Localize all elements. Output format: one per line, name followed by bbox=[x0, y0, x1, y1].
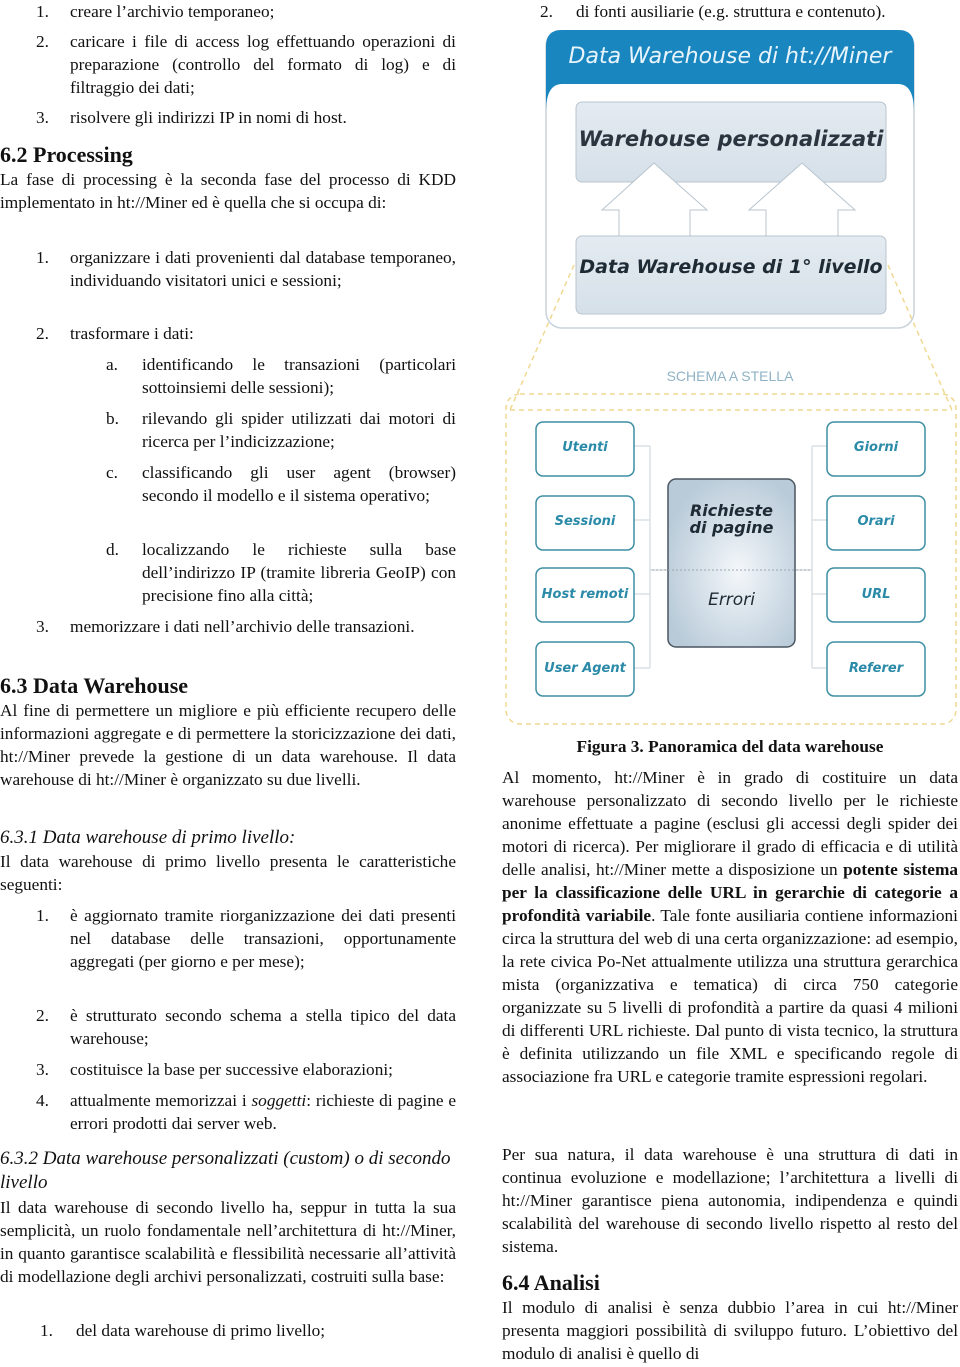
figure-caption: Figura 3. Panoramica del data warehouse bbox=[576, 737, 884, 756]
dimension-orari: Orari bbox=[857, 514, 895, 529]
list-item: 1. del data warehouse di primo livello; bbox=[40, 1321, 326, 1340]
list-item: 1. organizzare i dati provenienti dal dat… bbox=[36, 248, 456, 290]
continued-list-item-2: 2. di fonti ausiliarie (e.g. struttura e … bbox=[502, 0, 958, 23]
section-heading-6-4: 6.4 Analisi bbox=[502, 1270, 600, 1295]
warehouse-list-item-1: 1. è aggiornato tramite riorganizzazione … bbox=[0, 904, 456, 973]
right-paragraph-1: Al momento, ht://Miner è in grado di cos… bbox=[502, 768, 959, 1086]
list-item: 2. trasformare i dati: bbox=[36, 324, 194, 343]
section-6-3-1-paragraph: Il data warehouse di primo livello prese… bbox=[0, 852, 456, 894]
sublist-item-b: b. rilevando gli spider utilizzati dai mo… bbox=[0, 407, 456, 453]
bottom-box-label: Data Warehouse di 1° livello bbox=[579, 256, 883, 278]
processing-list-item-2: 2. trasformare i dati: bbox=[0, 322, 456, 345]
list-item: c. classificando gli user agent (browser)… bbox=[106, 463, 456, 505]
list-item: 2. è strutturato secondo schema a stella … bbox=[36, 1006, 456, 1048]
top-box-label: Warehouse personalizzati bbox=[578, 127, 884, 151]
dimension-utenti: Utenti bbox=[562, 440, 608, 455]
list-item: 2. di fonti ausiliarie (e.g. struttura e … bbox=[540, 2, 886, 21]
dimension-sessioni: Sessioni bbox=[554, 514, 616, 529]
list-item: 1. è aggiornato tramite riorganizzazione … bbox=[36, 906, 456, 971]
figure-title: Data Warehouse di ht://Miner bbox=[568, 44, 892, 69]
list-item: b. rilevando gli spider utilizzati dai mo… bbox=[106, 409, 456, 451]
fact-label-richieste: Richieste di pagine bbox=[689, 501, 774, 537]
warehouse-list-item-2: 2. è strutturato secondo schema a stella … bbox=[0, 1004, 456, 1050]
dimension-user-agent: User Agent bbox=[544, 661, 626, 676]
processing-list-item-1: 1. organizzare i dati provenienti dal dat… bbox=[0, 246, 456, 292]
list-item: a. identificando le transazioni (particol… bbox=[106, 355, 456, 397]
warehouse-list-item-3: 3. costituisce la base per successive ela… bbox=[0, 1058, 456, 1081]
dimension-giorni: Giorni bbox=[853, 440, 899, 455]
sublist-item-a: a. identificando le transazioni (particol… bbox=[0, 353, 456, 399]
dimension-host-remoti: Host remoti bbox=[541, 587, 629, 602]
section-6-2-paragraph: La fase di processing è la seconda fase … bbox=[0, 170, 456, 212]
dimension-url: URL bbox=[861, 587, 891, 602]
dimension-referer: Referer bbox=[848, 661, 904, 676]
list-item: 1. creare l’archivio temporaneo; bbox=[36, 2, 275, 21]
custom-list-item-1: 1. del data warehouse di primo livello; bbox=[0, 1319, 456, 1342]
schema-label: SCHEMA A STELLA bbox=[666, 368, 794, 384]
intro-list: 1. creare l’archivio temporaneo; bbox=[0, 0, 456, 23]
section-6-3-2-paragraph: Il data warehouse di secondo livello ha,… bbox=[0, 1198, 456, 1286]
section-heading-6-3: 6.3 Data Warehouse bbox=[0, 673, 189, 698]
list-item: 3. memorizzare i dati nell’archivio delle… bbox=[36, 617, 415, 636]
sublist-item-d: d. localizzando le richieste sulla base d… bbox=[0, 538, 456, 607]
list-item: d. localizzando le richieste sulla base d… bbox=[106, 540, 456, 605]
processing-list-item-3: 3. memorizzare i dati nell’archivio delle… bbox=[0, 615, 456, 638]
section-heading-6-2: 6.2 Processing bbox=[0, 142, 133, 167]
list-item: 3. risolvere gli indirizzi IP in nomi di … bbox=[36, 108, 347, 127]
italic-term: soggetti bbox=[251, 1091, 307, 1110]
intro-list-item-3: 3. risolvere gli indirizzi IP in nomi di … bbox=[0, 106, 456, 129]
list-item: 4. attualmente memorizzai i soggetti: ric… bbox=[36, 1091, 456, 1133]
intro-list-item-2: 2. caricare i file di access log effettua… bbox=[0, 30, 456, 99]
warehouse-list-item-4: 4. attualmente memorizzai i soggetti: ric… bbox=[0, 1089, 456, 1135]
section-heading-6-3-2: 6.3.2 Data warehouse personalizzati (cus… bbox=[0, 1148, 451, 1193]
section-6-4-paragraph: Il modulo di analisi è senza dubbio l’ar… bbox=[502, 1298, 958, 1363]
section-6-3-paragraph: Al fine di permettere un migliore e più … bbox=[0, 701, 456, 789]
sublist-item-c: c. classificando gli user agent (browser)… bbox=[0, 461, 456, 507]
section-heading-6-3-1: 6.3.1 Data warehouse di primo livello: bbox=[0, 827, 296, 848]
list-item: 2. caricare i file di access log effettua… bbox=[36, 32, 456, 97]
fact-label-errori: Errori bbox=[708, 590, 755, 610]
data-warehouse-figure: Data Warehouse di ht://Miner Warehouse p… bbox=[502, 30, 958, 730]
list-item: 3. costituisce la base per successive ela… bbox=[36, 1060, 393, 1079]
right-paragraph-2: Per sua natura, il data warehouse è una … bbox=[502, 1145, 958, 1256]
